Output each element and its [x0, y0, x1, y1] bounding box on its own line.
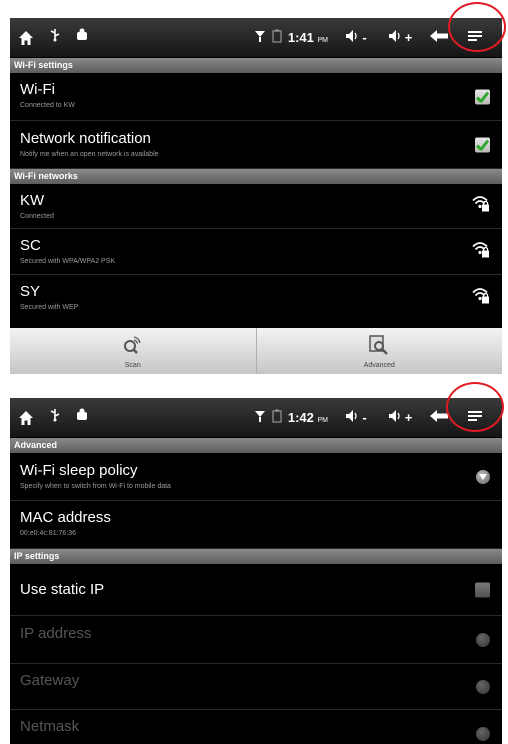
- status-bar: 1:42 PM - +: [10, 398, 502, 438]
- volume-down-button[interactable]: -: [334, 409, 378, 426]
- volume-up-button[interactable]: +: [378, 29, 422, 46]
- gateway-disabled-indicator: [476, 679, 490, 694]
- checkmark-icon: [476, 91, 489, 102]
- row-title: Gateway: [20, 672, 80, 689]
- row-title: Use static IP: [20, 581, 105, 598]
- ip-address-disabled-indicator: [476, 632, 490, 647]
- scan-button[interactable]: Scan: [10, 328, 257, 374]
- row-title: Wi-Fi sleep policy: [20, 462, 138, 479]
- status-bar: 1:41 PM - +: [10, 18, 502, 58]
- ip-address-row: IP address: [10, 616, 502, 664]
- sleep-policy-dropdown[interactable]: [476, 469, 490, 484]
- battery-icon: [272, 409, 282, 426]
- menu-highlight-circle: [446, 382, 504, 432]
- usb-icon: [48, 408, 62, 427]
- advanced-label: Advanced: [363, 361, 395, 369]
- volume-down-label: -: [362, 410, 367, 425]
- android-debug-icon: [76, 408, 88, 427]
- network-notification-checkbox[interactable]: [475, 137, 490, 152]
- home-icon[interactable]: [18, 30, 34, 46]
- wifi-lock-icon: [472, 195, 490, 218]
- wifi-lock-icon: [472, 287, 490, 310]
- usb-icon: [48, 28, 62, 47]
- scan-icon: [122, 334, 144, 358]
- section-header-ip-settings: IP settings: [10, 549, 502, 564]
- row-subtitle: Specify when to switch from Wi-Fi to mob…: [20, 483, 171, 490]
- netmask-disabled-indicator: [476, 727, 490, 741]
- android-debug-icon: [76, 28, 88, 47]
- row-title: SC: [20, 237, 41, 254]
- menu-highlight-circle: [448, 2, 506, 52]
- wifi-lock-icon: [472, 240, 490, 263]
- wifi-signal-icon: [254, 29, 266, 46]
- mac-address-row: MAC address 00:e0:4c:81:76:36: [10, 501, 502, 549]
- section-header-wifi-settings: Wi-Fi settings: [10, 58, 502, 73]
- advanced-icon: [368, 334, 390, 358]
- scan-label: Scan: [124, 361, 141, 369]
- volume-up-button[interactable]: +: [378, 409, 422, 426]
- row-title: KW: [20, 192, 45, 209]
- mac-address-value: 00:e0:4c:81:76:36: [20, 530, 77, 537]
- netmask-row: Netmask: [10, 710, 502, 744]
- wifi-sleep-policy-row[interactable]: Wi-Fi sleep policy Specify when to switc…: [10, 453, 502, 501]
- row-subtitle: Connected: [20, 213, 54, 220]
- clock-time: 1:41: [287, 30, 314, 45]
- speaker-icon: [388, 29, 404, 46]
- use-static-ip-row[interactable]: Use static IP: [10, 564, 502, 616]
- chevron-down-icon: [479, 473, 487, 480]
- use-static-ip-checkbox[interactable]: [475, 582, 490, 597]
- speaker-icon: [345, 29, 361, 46]
- section-header-advanced: Advanced: [10, 438, 502, 453]
- row-title: Netmask: [20, 718, 80, 735]
- wifi-signal-icon: [254, 409, 266, 426]
- home-icon[interactable]: [18, 410, 34, 426]
- clock-time: 1:42: [287, 410, 314, 425]
- clock: 1:42 PM: [288, 410, 328, 425]
- speaker-icon: [388, 409, 404, 426]
- network-kw-row[interactable]: KW Connected: [10, 184, 502, 229]
- gateway-row: Gateway: [10, 664, 502, 710]
- checkmark-icon: [476, 139, 489, 150]
- row-title: IP address: [20, 625, 92, 642]
- network-sc-row[interactable]: SC Secured with WPA/WPA2 PSK: [10, 229, 502, 275]
- clock-ampm: PM: [317, 37, 329, 44]
- wifi-settings-screen: 1:41 PM - + Wi-Fi settings Wi-Fi Connect…: [10, 18, 502, 374]
- battery-icon: [272, 29, 282, 46]
- wifi-checkbox[interactable]: [475, 89, 490, 104]
- wifi-toggle-row[interactable]: Wi-Fi Connected to KW: [10, 73, 502, 121]
- row-title: Wi-Fi: [20, 81, 55, 98]
- section-header-wifi-networks: Wi-Fi networks: [10, 169, 502, 184]
- row-title: Network notification: [20, 130, 151, 147]
- advanced-button[interactable]: Advanced: [257, 328, 503, 374]
- volume-up-label: +: [404, 410, 413, 425]
- row-title: SY: [20, 283, 41, 300]
- clock: 1:41 PM: [288, 30, 328, 45]
- back-arrow-icon: [429, 29, 449, 46]
- network-notification-row[interactable]: Network notification Notify me when an o…: [10, 121, 502, 169]
- clock-ampm: PM: [317, 417, 329, 424]
- volume-up-label: +: [404, 30, 413, 45]
- row-subtitle: Notify me when an open network is availa…: [20, 151, 159, 158]
- volume-down-label: -: [362, 30, 367, 45]
- row-subtitle: Secured with WPA/WPA2 PSK: [20, 258, 116, 265]
- advanced-wifi-settings-screen: 1:42 PM - + Advanced Wi-Fi sleep policy …: [10, 398, 502, 744]
- options-menu-bar: Scan Advanced: [10, 328, 502, 374]
- row-title: MAC address: [20, 509, 111, 526]
- network-sy-row[interactable]: SY Secured with WEP: [10, 275, 502, 321]
- row-subtitle: Secured with WEP: [20, 304, 79, 311]
- row-subtitle: Connected to KW: [20, 102, 75, 109]
- volume-down-button[interactable]: -: [334, 29, 378, 46]
- speaker-icon: [345, 409, 361, 426]
